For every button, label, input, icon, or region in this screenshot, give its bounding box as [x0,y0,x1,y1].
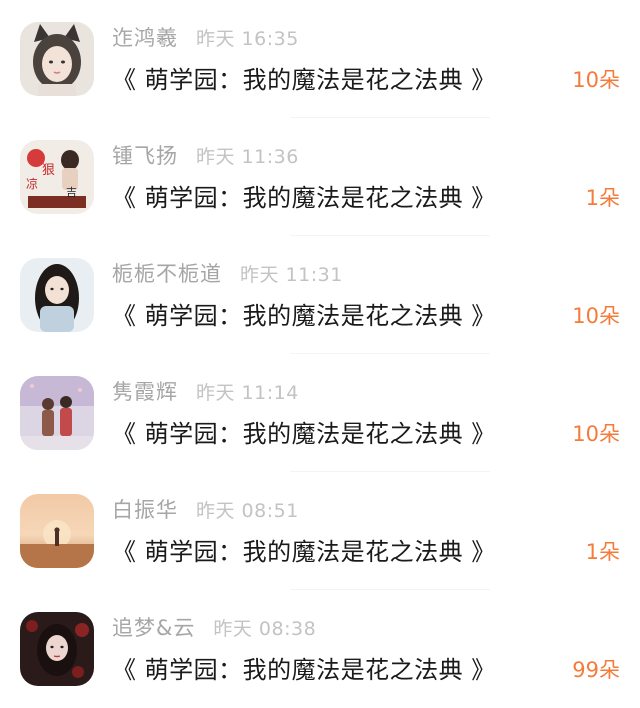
list-item[interactable]: 白振华 昨天 08:51 《 萌学园：我的魔法是花之法典 》 1朵 [0,472,640,590]
name-line: 白振华 昨天 08:51 [112,494,299,524]
gift-record-list: 迮鸿羲 昨天 16:35 《 萌学园：我的魔法是花之法典 》 10朵 狠 凉 吉… [0,0,640,705]
list-item[interactable]: 迮鸿羲 昨天 16:35 《 萌学园：我的魔法是花之法典 》 10朵 [0,0,640,118]
flower-count: 10朵 [572,304,620,328]
list-item[interactable]: 隽霞辉 昨天 11:14 《 萌学园：我的魔法是花之法典 》 10朵 [0,354,640,472]
timestamp: 昨天 11:31 [240,264,343,286]
name-line: 栀栀不栀道 昨天 11:31 [112,258,343,288]
name-line: 追梦&云 昨天 08:38 [112,612,316,642]
user-name[interactable]: 隽霞辉 [112,376,178,406]
book-title[interactable]: 《 萌学园：我的魔法是花之法典 》 [112,650,496,685]
book-title[interactable]: 《 萌学园：我的魔法是花之法典 》 [112,414,496,449]
list-item[interactable]: 追梦&云 昨天 08:38 《 萌学园：我的魔法是花之法典 》 99朵 [0,590,640,708]
avatar[interactable] [20,22,94,96]
name-line: 迮鸿羲 昨天 16:35 [112,22,299,52]
list-item[interactable]: 栀栀不栀道 昨天 11:31 《 萌学园：我的魔法是花之法典 》 10朵 [0,236,640,354]
book-title[interactable]: 《 萌学园：我的魔法是花之法典 》 [112,296,496,331]
book-title[interactable]: 《 萌学园：我的魔法是花之法典 》 [112,532,496,567]
user-name[interactable]: 锺飞扬 [112,140,178,170]
avatar[interactable] [20,612,94,686]
avatar[interactable] [20,494,94,568]
user-name[interactable]: 迮鸿羲 [112,22,178,52]
book-title[interactable]: 《 萌学园：我的魔法是花之法典 》 [112,178,496,213]
avatar[interactable] [20,258,94,332]
user-name[interactable]: 追梦&云 [112,612,195,642]
name-line: 隽霞辉 昨天 11:14 [112,376,299,406]
avatar[interactable]: 狠 凉 吉 [20,140,94,214]
flower-count: 99朵 [572,658,620,682]
user-name[interactable]: 栀栀不栀道 [112,258,222,288]
timestamp: 昨天 11:14 [196,382,299,404]
timestamp: 昨天 16:35 [196,28,299,50]
flower-count: 1朵 [585,186,620,210]
name-line: 锺飞扬 昨天 11:36 [112,140,299,170]
timestamp: 昨天 08:51 [196,500,299,522]
avatar[interactable] [20,376,94,450]
flower-count: 10朵 [572,422,620,446]
book-title[interactable]: 《 萌学园：我的魔法是花之法典 》 [112,60,496,95]
svg-text:凉: 凉 [26,176,38,191]
timestamp: 昨天 08:38 [213,618,317,640]
svg-text:狠: 狠 [42,163,55,178]
list-item[interactable]: 狠 凉 吉 锺飞扬 昨天 11:36 《 萌学园：我的魔法是花之法典 》 1朵 [0,118,640,236]
user-name[interactable]: 白振华 [112,494,178,524]
flower-count: 10朵 [572,68,620,92]
svg-text:吉: 吉 [66,186,77,199]
timestamp: 昨天 11:36 [196,146,299,168]
flower-count: 1朵 [585,540,620,564]
